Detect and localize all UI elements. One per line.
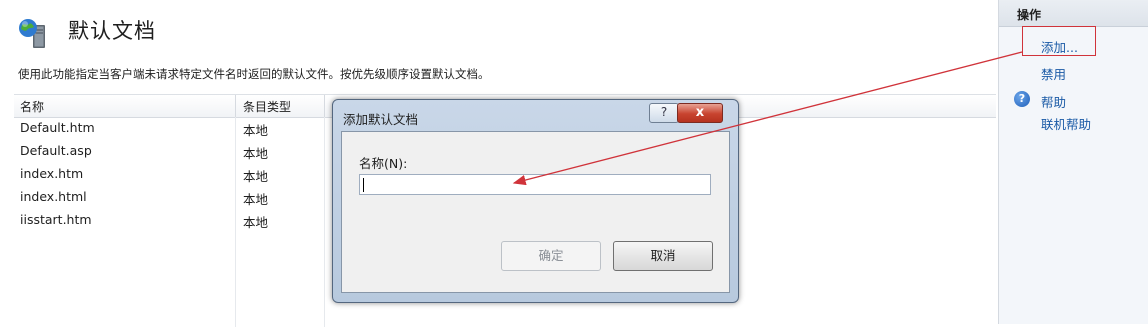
row-name: Default.htm <box>20 120 95 135</box>
actions-title: 操作 <box>1017 8 1042 22</box>
row-name: Default.asp <box>20 143 92 158</box>
dialog-title: 添加默认文档 <box>343 112 419 127</box>
column-header-type[interactable]: 条目类型 <box>243 98 291 115</box>
row-name: index.htm <box>20 166 84 181</box>
add-default-document-dialog: 添加默认文档 ? x 名称(N): 确定 取消 <box>332 99 739 303</box>
actions-header: 操作 <box>999 0 1148 27</box>
column-divider[interactable] <box>235 95 236 117</box>
globe-server-icon <box>16 16 50 50</box>
dialog-help-button[interactable]: ? <box>649 103 679 123</box>
row-type: 本地 <box>243 146 269 161</box>
annotation-highlight-box <box>1022 26 1096 56</box>
help-action-link[interactable]: 帮助 <box>1041 92 1066 111</box>
text-caret <box>363 178 364 192</box>
row-name: index.html <box>20 189 87 204</box>
name-input[interactable] <box>359 174 711 195</box>
dialog-body: 名称(N): 确定 取消 <box>341 131 730 293</box>
row-name: iisstart.htm <box>20 212 92 227</box>
ok-button[interactable]: 确定 <box>501 241 601 271</box>
row-type: 本地 <box>243 123 269 138</box>
name-field-label: 名称(N): <box>359 156 408 171</box>
page-title: 默认文档 <box>68 19 156 43</box>
column-header-name[interactable]: 名称 <box>20 98 44 115</box>
dialog-close-button[interactable]: x <box>677 103 723 123</box>
online-help-action-link[interactable]: 联机帮助 <box>1041 114 1091 133</box>
disable-action-link[interactable]: 禁用 <box>1041 64 1066 83</box>
row-type: 本地 <box>243 169 269 184</box>
page-description: 使用此功能指定当客户端未请求特定文件名时返回的默认文件。按优先级顺序设置默认文档… <box>18 67 490 81</box>
help-icon: ? <box>1014 91 1030 107</box>
row-type: 本地 <box>243 192 269 207</box>
row-type: 本地 <box>243 215 269 230</box>
cancel-button[interactable]: 取消 <box>613 241 713 271</box>
column-divider[interactable] <box>324 95 325 117</box>
